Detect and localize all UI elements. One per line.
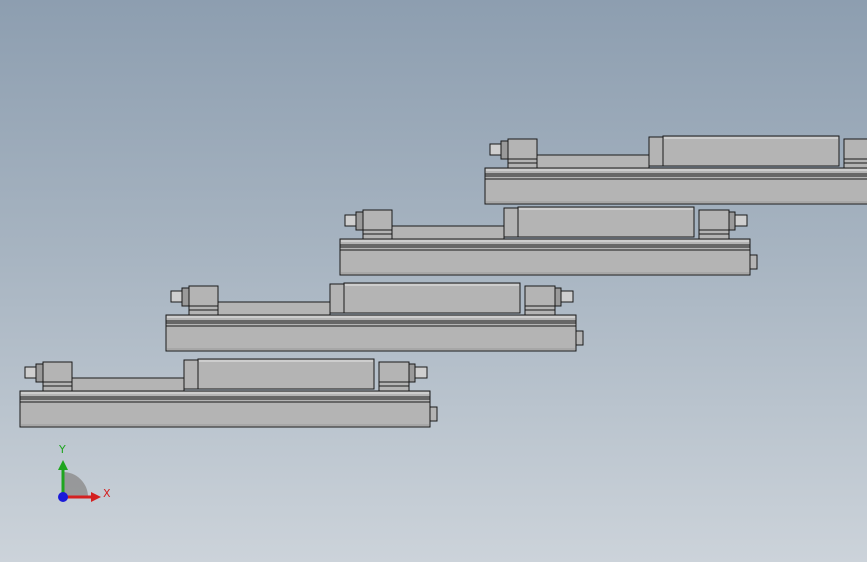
triad-plane-arc [63, 472, 88, 497]
base-rail-bottom [339, 249, 751, 276]
cylinder-body [343, 282, 521, 314]
cylinder-body [197, 358, 375, 390]
right-bolt [414, 366, 428, 379]
base-rail-bottom [19, 401, 431, 428]
carriage-plate [391, 225, 505, 240]
right-bolt [734, 214, 748, 227]
end-stud [429, 406, 438, 422]
left-bolt [489, 143, 502, 156]
right-nut [408, 363, 416, 383]
carriage-plate [536, 154, 650, 169]
right-end-block [843, 138, 867, 169]
cylinder-cap [183, 359, 199, 390]
base-rail-bottom [165, 325, 577, 352]
end-stud [749, 254, 758, 270]
left-end-block [507, 138, 538, 169]
left-nut [355, 211, 364, 231]
left-end-block [188, 285, 219, 316]
right-end-block [378, 361, 410, 392]
cylinder-cap [648, 136, 664, 167]
left-bolt [170, 290, 183, 303]
carriage-plate [71, 377, 185, 392]
carriage-plate [217, 301, 331, 316]
linear-stage-2[interactable] [339, 206, 758, 276]
linear-stage-3[interactable] [165, 282, 584, 352]
cylinder-body [662, 135, 840, 167]
triad-x-label: X [103, 487, 111, 500]
linear-stage-1[interactable] [484, 135, 867, 205]
left-bolt [24, 366, 37, 379]
right-end-block [698, 209, 730, 240]
model-view[interactable] [0, 0, 867, 562]
left-nut [500, 140, 509, 160]
left-bolt [344, 214, 357, 227]
right-nut [554, 287, 562, 307]
triad-y-arrowhead [58, 460, 68, 470]
left-end-block [362, 209, 393, 240]
left-end-block [42, 361, 73, 392]
coordinate-triad [58, 460, 101, 502]
triad-y-label: Y [59, 443, 66, 456]
cylinder-cap [503, 207, 519, 238]
cylinder-cap [329, 283, 345, 314]
right-end-block [524, 285, 556, 316]
linear-stage-4[interactable] [19, 358, 438, 428]
end-stud [575, 330, 584, 346]
left-nut [181, 287, 190, 307]
triad-x-arrowhead [91, 492, 101, 502]
right-nut [728, 211, 736, 231]
graphics-viewport[interactable]: Y X [0, 0, 867, 562]
base-rail-bottom [484, 178, 867, 205]
left-nut [35, 363, 44, 383]
cylinder-body [517, 206, 695, 238]
right-bolt [560, 290, 574, 303]
triad-z-axis [58, 492, 68, 502]
